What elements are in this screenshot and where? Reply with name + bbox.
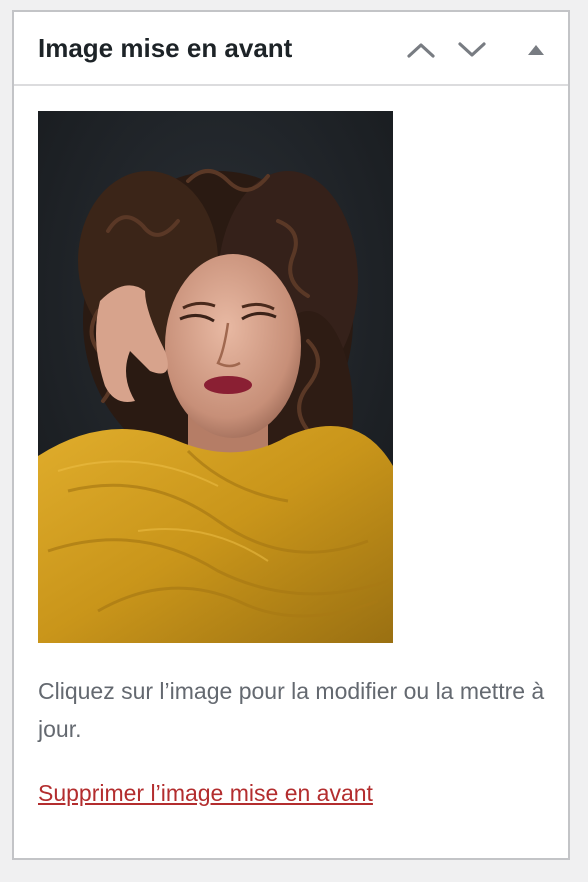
- triangle-up-icon: [528, 45, 544, 55]
- panel-header: Image mise en avant: [14, 12, 568, 86]
- chevron-up-icon: [407, 43, 435, 58]
- help-text: Cliquez sur l’image pour la modifier ou …: [38, 678, 545, 742]
- panel-title: Image mise en avant: [38, 33, 293, 63]
- toggle-panel-button[interactable]: [516, 30, 556, 70]
- featured-image-thumbnail[interactable]: [38, 111, 393, 643]
- remove-featured-image-link[interactable]: Supprimer l’image mise en avant: [38, 777, 373, 809]
- portrait-photo: [38, 111, 393, 643]
- move-up-button[interactable]: [401, 30, 441, 70]
- chevron-down-icon: [458, 42, 486, 57]
- featured-image-panel: Image mise en avant Cliquez sur l’image …: [12, 10, 570, 860]
- move-down-button[interactable]: [452, 30, 492, 70]
